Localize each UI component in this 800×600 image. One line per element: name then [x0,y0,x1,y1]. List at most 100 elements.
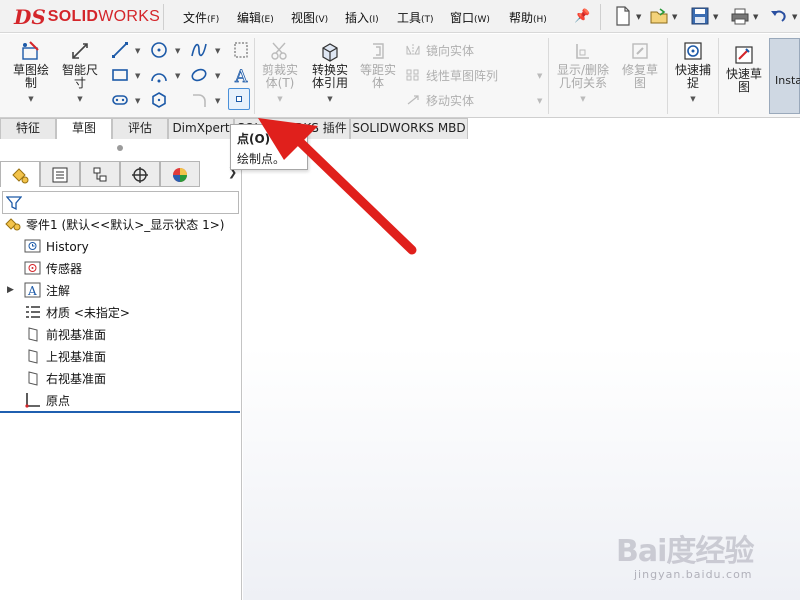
quick-snaps-icon [684,42,702,60]
menu-key: (F) [207,15,220,25]
tree-item-history[interactable]: History [24,237,89,257]
ellipse-icon[interactable] [190,66,208,84]
tab-sketch[interactable]: 草图 [56,118,112,139]
chevron-down-icon[interactable]: ▼ [672,13,677,21]
sketch-button[interactable]: 草图绘 制 ▼ [8,40,54,106]
tab-evaluate[interactable]: 评估 [112,118,168,139]
polygon-icon[interactable] [150,91,168,109]
menu-label: 视图 [291,11,316,25]
display-relations-label: 显示/删除 几何关系 [556,63,610,90]
menu-edit[interactable]: 编辑(E) [237,9,274,26]
chevron-down-icon[interactable]: ▼ [636,13,641,21]
dimxpert-manager-tab[interactable] [120,161,160,187]
relations-icon [576,44,589,59]
rapid-sketch-button[interactable]: 快速草 图 [721,44,767,94]
save-icon[interactable] [691,6,709,26]
logo-text-light: WORKS [98,8,161,25]
tree-item-annotations[interactable]: A 注解 [24,281,70,301]
solidworks-logo[interactable]: DS SOLIDWORKS [14,5,160,29]
tree-item-top-plane[interactable]: 上视基准面 [24,347,106,367]
rectangle-icon[interactable] [111,66,129,84]
separator [163,4,164,30]
display-delete-relations-button[interactable]: 显示/删除 几何关系 ▼ [551,40,615,106]
convert-entities-button[interactable]: 转换实 体引用 ▼ [306,40,354,106]
panel-grip-handle[interactable] [117,145,123,151]
origin-icon [24,392,42,408]
pin-icon[interactable]: 📌 [574,9,590,24]
open-folder-icon[interactable] [650,6,668,26]
logo-text-bold: SOLID [47,8,99,25]
panel-tabs [0,161,242,187]
repair-sketch-button[interactable]: 修复草 图 [617,40,663,90]
rollback-bar[interactable] [0,411,240,413]
menu-key: (H) [533,15,547,25]
menu-tools[interactable]: 工具(T) [397,9,434,26]
tree-item-right-plane[interactable]: 右视基准面 [24,369,106,389]
move-entities-label: 移动实体 [426,94,475,108]
chevron-down-icon[interactable]: ▼ [753,13,758,21]
chevron-down-icon[interactable]: ▼ [56,93,104,106]
tab-dimxpert[interactable]: DimXpert [168,118,234,139]
print-icon[interactable] [731,6,749,26]
tree-item-origin[interactable]: 原点 [24,391,70,411]
property-manager-tab[interactable] [40,161,80,187]
tree-root-part[interactable]: 零件1 (默认<<默认>_显示状态 1>) [4,215,224,235]
linear-pattern-label: 线性草图阵列 [426,69,499,83]
undo-icon[interactable] [770,6,788,26]
chevron-down-icon[interactable]: ▼ [215,47,220,55]
menu-window[interactable]: 窗口(W) [450,9,490,26]
feature-manager-tab[interactable] [0,161,40,187]
fillet-icon[interactable] [190,91,208,109]
spline-icon[interactable] [190,41,208,59]
tree-item-front-plane[interactable]: 前视基准面 [24,325,106,345]
chevron-down-icon[interactable]: ▼ [135,47,140,55]
chevron-down-icon[interactable]: ▼ [175,72,180,80]
chevron-down-icon[interactable]: ▼ [792,13,797,21]
chevron-down-icon[interactable]: ▼ [135,97,140,105]
point-button[interactable] [228,88,250,110]
watermark-brand: Bai度经验 [616,534,754,569]
circle-icon[interactable] [150,41,168,59]
instant2d-button[interactable]: Insta [769,38,800,114]
quick-snaps-button[interactable]: 快速捕 捉 ▼ [670,40,716,106]
tree-item-sensors[interactable]: 传感器 [24,259,82,279]
move-entities-button[interactable]: 移动实体 [406,92,474,109]
chevron-down-icon[interactable]: ▼ [175,47,180,55]
expand-arrow-icon[interactable]: ▶ [7,285,14,295]
menu-key: (E) [261,15,274,25]
mirror-entities-button[interactable]: 镜向实体 [406,42,474,59]
menu-label: 工具 [397,11,422,25]
chevron-down-icon[interactable]: ▼ [713,13,718,21]
mirror-icon [406,44,420,56]
arc-icon[interactable] [150,66,168,84]
linear-sketch-pattern-button[interactable]: 线性草图阵列 [406,67,498,84]
tree-item-material[interactable]: 材质 <未指定> [24,303,130,323]
new-document-icon[interactable] [614,6,632,26]
smart-dimension-button[interactable]: 智能尺 寸 ▼ [56,40,104,106]
ds-logo-mark: DS [14,5,46,29]
annotation-icon: A [24,282,42,298]
chevron-down-icon[interactable]: ▼ [215,72,220,80]
logo-text: SOLIDWORKS [48,8,160,26]
slot-icon[interactable] [111,91,129,109]
chevron-down-icon[interactable]: ▼ [135,72,140,80]
menu-insert[interactable]: 插入(I) [345,9,379,26]
text-icon[interactable]: A [232,66,250,84]
tab-solidworks-mbd[interactable]: SOLIDWORKS MBD [350,118,468,139]
configuration-manager-tab[interactable] [80,161,120,187]
mirror-entities-label: 镜向实体 [426,44,475,58]
construction-geometry-icon[interactable] [232,41,250,59]
chevron-down-icon[interactable]: ▼ [306,93,354,106]
chevron-down-icon[interactable]: ▼ [670,93,716,106]
chevron-down-icon[interactable]: ▼ [8,93,54,106]
display-manager-tab[interactable] [160,161,200,187]
menu-help[interactable]: 帮助(H) [509,9,547,26]
offset-entities-button[interactable]: 等距实 体 [356,40,400,90]
chevron-down-icon[interactable]: ▼ [215,97,220,105]
menu-file[interactable]: 文件(F) [183,9,219,26]
trim-entities-button[interactable]: 剪裁实 体(T) ▼ [256,40,304,106]
feature-tree-filter[interactable] [2,191,239,214]
menu-view[interactable]: 视图(V) [291,9,328,26]
tab-features[interactable]: 特征 [0,118,56,139]
line-icon[interactable] [111,41,129,59]
